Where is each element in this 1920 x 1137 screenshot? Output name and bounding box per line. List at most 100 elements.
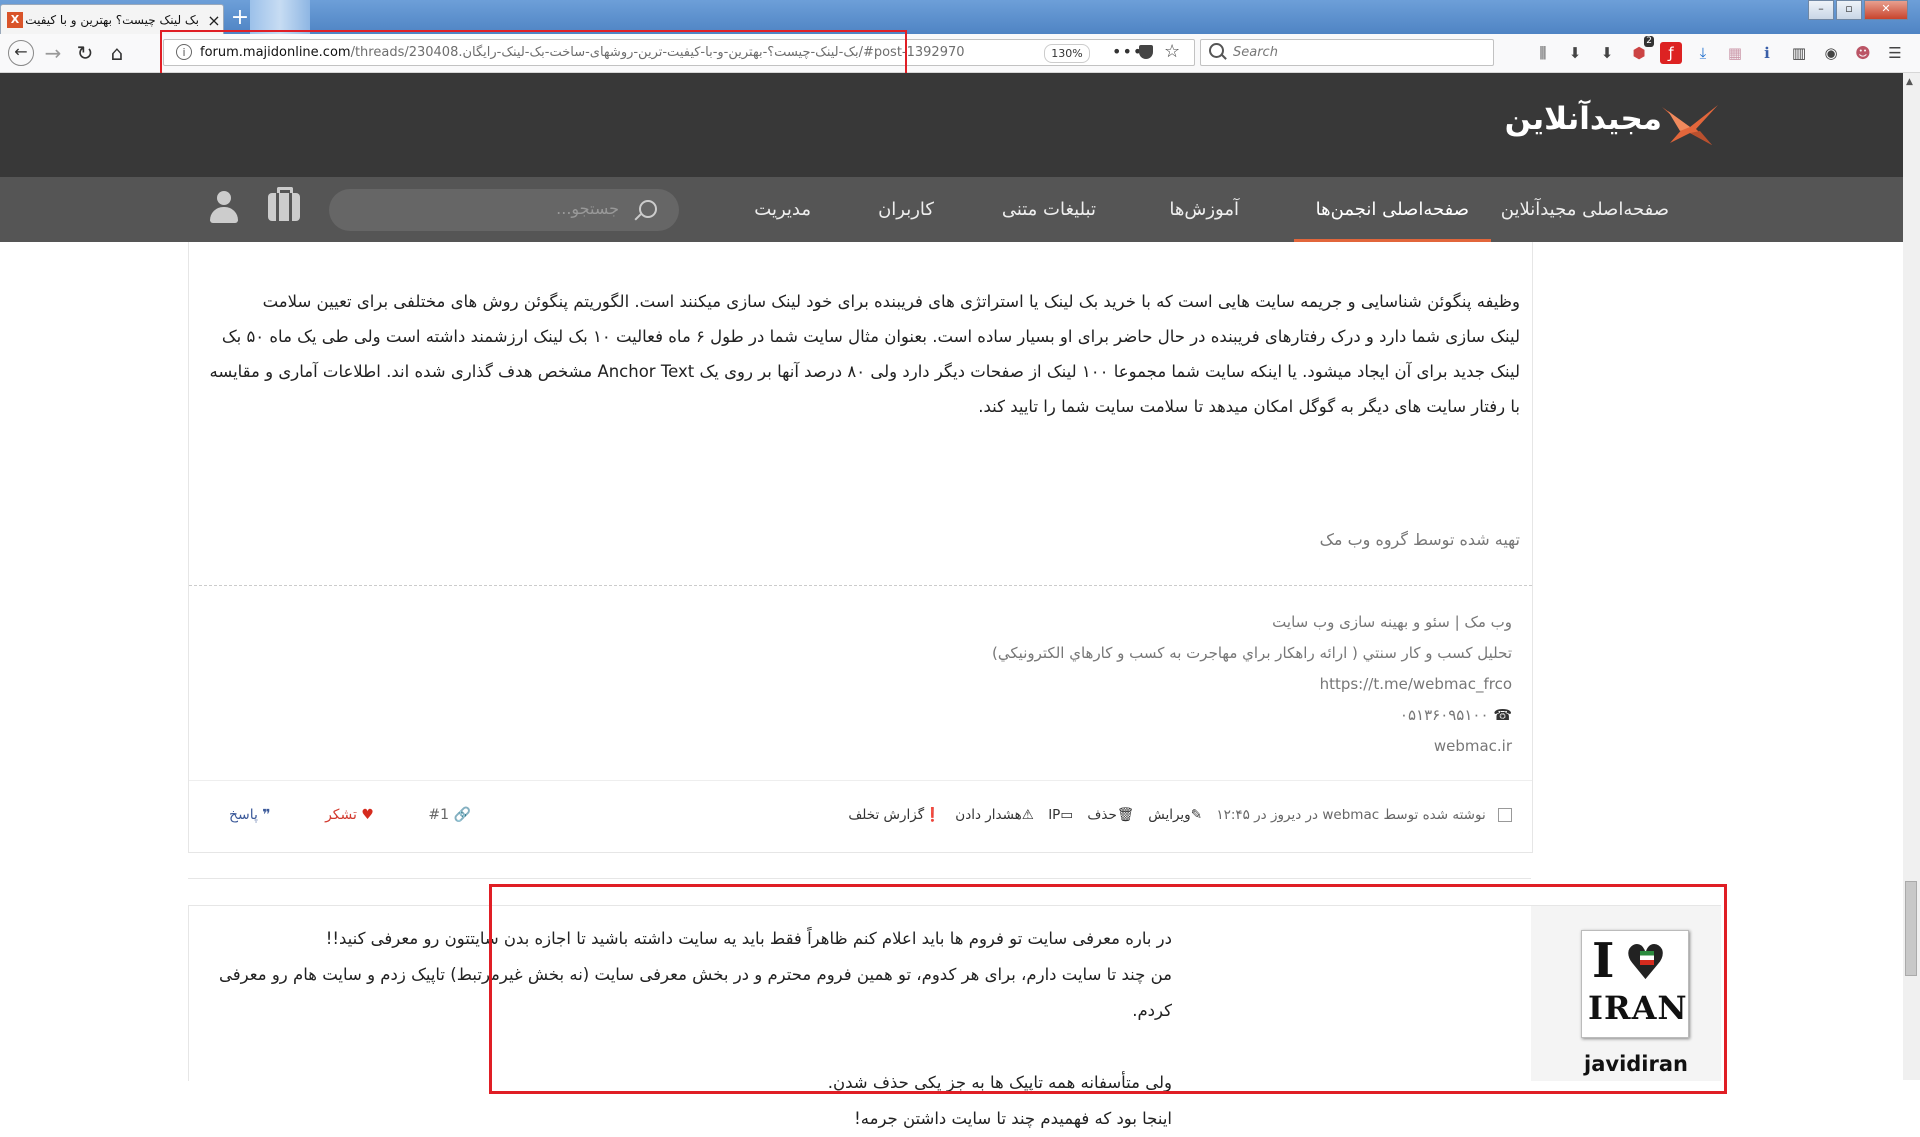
favicon-icon: X [7, 12, 23, 28]
post-body-line: با رفتار سایت های دیگر به گوگل امکان مید… [978, 397, 1520, 416]
toolbar-icons: ⫼ ⬇ ⬇ ⬢ 2 ƒ ⤓ ▦ ℹ ▥ ◉ ☻ ☰ [1532, 36, 1906, 64]
pocket-icon[interactable] [1139, 45, 1153, 59]
scroll-up-icon[interactable]: ▲ [1906, 77, 1913, 87]
tab-title: بک لینک چیست؟ بهترین و با کیفیت ت [23, 13, 199, 27]
nav-item-users[interactable]: کاربران [878, 177, 934, 242]
back-icon[interactable]: ← [8, 40, 34, 66]
briefcase-icon[interactable] [268, 187, 300, 221]
reply-button[interactable]: ❞ پاسخ [229, 807, 271, 823]
signature-telegram-link[interactable]: https://t.me/webmac_frco [992, 669, 1512, 700]
post-body: وظیفه پنگوئن شناسایی و جریمه سایت هایی ا… [190, 284, 1521, 424]
avatar-extension-icon[interactable]: ☻ [1852, 42, 1874, 64]
post-webmac: وظیفه پنگوئن شناسایی و جریمه سایت هایی ا… [188, 242, 1533, 853]
post-number: #1 [428, 807, 450, 823]
trash-icon: 🗑 [1116, 807, 1134, 823]
nav-item-home[interactable]: صفحه‌اصلی مجیدآنلاین [1501, 177, 1669, 242]
quote-icon: ❞ [262, 807, 271, 823]
tab-close-icon[interactable]: × [205, 11, 223, 30]
phone-icon: ☎ [1493, 706, 1512, 724]
permalink-button[interactable]: 🔗 #1 [428, 807, 471, 823]
signature-line: وب مک | سئو و بهینه سازی وب سایت [1272, 613, 1512, 631]
signature-line: تحلیل کسب و کار سنتي ( ارائه راهكار براي… [992, 644, 1512, 662]
delete-label: حذف [1087, 807, 1117, 823]
thanks-button[interactable]: ♥ تشکر [325, 807, 374, 823]
zoom-indicator[interactable]: 130% [1044, 44, 1090, 63]
extension-icon[interactable]: ▦ [1724, 42, 1746, 64]
post-separator [188, 878, 1531, 879]
monitor-icon: ▭ [1060, 807, 1074, 823]
warn-label: هشدار دادن [955, 807, 1022, 823]
post-meta: نوشته شده توسط webmac در دیروز در ۱۲:۴۵ … [848, 807, 1512, 823]
notification-badge: 2 [1644, 36, 1654, 47]
info-extension-icon[interactable]: ℹ [1756, 42, 1778, 64]
delete-button[interactable]: 🗑حذف [1087, 807, 1134, 823]
post-footer: نوشته شده توسط webmac در دیروز در ۱۲:۴۵ … [189, 780, 1532, 853]
thanks-label: تشکر [325, 807, 357, 823]
site-search-input[interactable]: جستجو... [329, 189, 679, 231]
signature: وب مک | سئو و بهینه سازی وب سایت تحلیل ک… [992, 607, 1512, 762]
library-icon[interactable]: ⫼ [1532, 42, 1554, 64]
reload-icon[interactable]: ↻ [72, 40, 98, 66]
search-icon [639, 200, 657, 218]
site-nav: صفحه‌اصلی مجیدآنلاین صفحه‌اصلی انجمن‌ها … [0, 177, 1903, 242]
ip-button[interactable]: ▭IP [1048, 807, 1073, 823]
vpn-icon[interactable]: ◉ [1820, 42, 1842, 64]
post-body-line: لینک جدید برای آن ایجاد میشود. یا اینکه … [209, 362, 1521, 381]
signature-phone: ☎ ۰۵۱۳۶۰۹۵۱۰۰ [992, 700, 1512, 731]
browser-search-input[interactable]: Search [1200, 39, 1494, 66]
warn-button[interactable]: ⚠هشدار دادن [955, 807, 1034, 823]
link-icon: 🔗 [453, 807, 471, 823]
minimize-button[interactable]: – [1808, 0, 1834, 20]
maximize-button[interactable]: ▫ [1836, 0, 1862, 20]
tabbar-decoration [250, 0, 310, 34]
close-window-button[interactable]: ✕ [1864, 0, 1908, 20]
heart-icon: ♥ [361, 807, 374, 823]
posted-by-label: نوشته شده توسط [1383, 807, 1486, 823]
site-logo-text: مجیدآنلاین [1504, 101, 1662, 137]
adblock-icon[interactable]: ⬢ 2 [1628, 36, 1654, 64]
report-button[interactable]: ❗گزارش تخلف [848, 807, 941, 823]
home-icon[interactable]: ⌂ [104, 40, 130, 66]
site-search-placeholder: جستجو... [556, 199, 619, 218]
warning-icon: ⚠ [1021, 807, 1034, 823]
nav-item-forums-home[interactable]: صفحه‌اصلی انجمن‌ها [1293, 177, 1491, 242]
prepared-by-text: تهیه شده توسط گروه وب مک [1319, 530, 1520, 549]
page-scrollbar[interactable]: ▲ [1903, 73, 1920, 1080]
search-placeholder: Search [1233, 45, 1278, 60]
edit-button[interactable]: ✎ویرایش [1148, 807, 1202, 823]
forward-icon[interactable]: → [40, 40, 66, 66]
user-icon[interactable] [210, 191, 238, 223]
nav-item-admin[interactable]: مدیریت [754, 177, 811, 242]
post-body-line: وظیفه پنگوئن شناسایی و جریمه سایت هایی ا… [262, 292, 1520, 311]
menu-icon[interactable]: ☰ [1884, 42, 1906, 64]
nav-item-tutorials[interactable]: آموزش‌ها [1169, 177, 1239, 242]
reply-label: پاسخ [229, 807, 258, 823]
phone-number: ۰۵۱۳۶۰۹۵۱۰۰ [1399, 706, 1489, 724]
sidebar-icon[interactable]: ▥ [1788, 42, 1810, 64]
post-time: در دیروز در ۱۲:۴۵ [1216, 807, 1319, 823]
signature-divider [189, 585, 1532, 586]
downloads-icon[interactable]: ⤓ [1692, 42, 1714, 64]
pencil-icon: ✎ [1190, 807, 1203, 823]
new-tab-button[interactable]: + [228, 6, 252, 32]
edit-label: ویرایش [1148, 807, 1191, 823]
select-post-checkbox[interactable] [1498, 808, 1512, 822]
nav-item-text-ads[interactable]: تبلیغات متنی [1002, 177, 1096, 242]
flash-icon[interactable]: ƒ [1660, 42, 1682, 64]
post-author-link[interactable]: webmac [1322, 807, 1379, 823]
site-logo[interactable]: مجیدآنلاین [1505, 99, 1720, 151]
ip-label: IP [1048, 807, 1061, 823]
window-controls: – ▫ ✕ [1808, 0, 1908, 20]
post-body-line: اینجا بود که فهمیدم چند تا سایت داشتن جر… [854, 1109, 1172, 1128]
browser-tab-bar: X بک لینک چیست؟ بهترین و با کیفیت ت × + … [0, 0, 1920, 35]
bookmark-star-icon[interactable]: ☆ [1164, 41, 1180, 62]
site-header: مجیدآنلاین [0, 73, 1903, 177]
signature-site-link[interactable]: webmac.ir [992, 731, 1512, 762]
alert-icon: ❗ [924, 807, 941, 823]
majidonline-logo-icon [1662, 105, 1718, 145]
download-box-icon[interactable]: ⬇ [1564, 42, 1586, 64]
pocket-save-icon[interactable]: ⬇ [1596, 42, 1618, 64]
scroll-thumb[interactable] [1905, 881, 1917, 976]
post-body-line: لینک سازی شما دارد و درک رفتارهای فریبند… [221, 327, 1520, 346]
search-icon [1209, 43, 1224, 58]
